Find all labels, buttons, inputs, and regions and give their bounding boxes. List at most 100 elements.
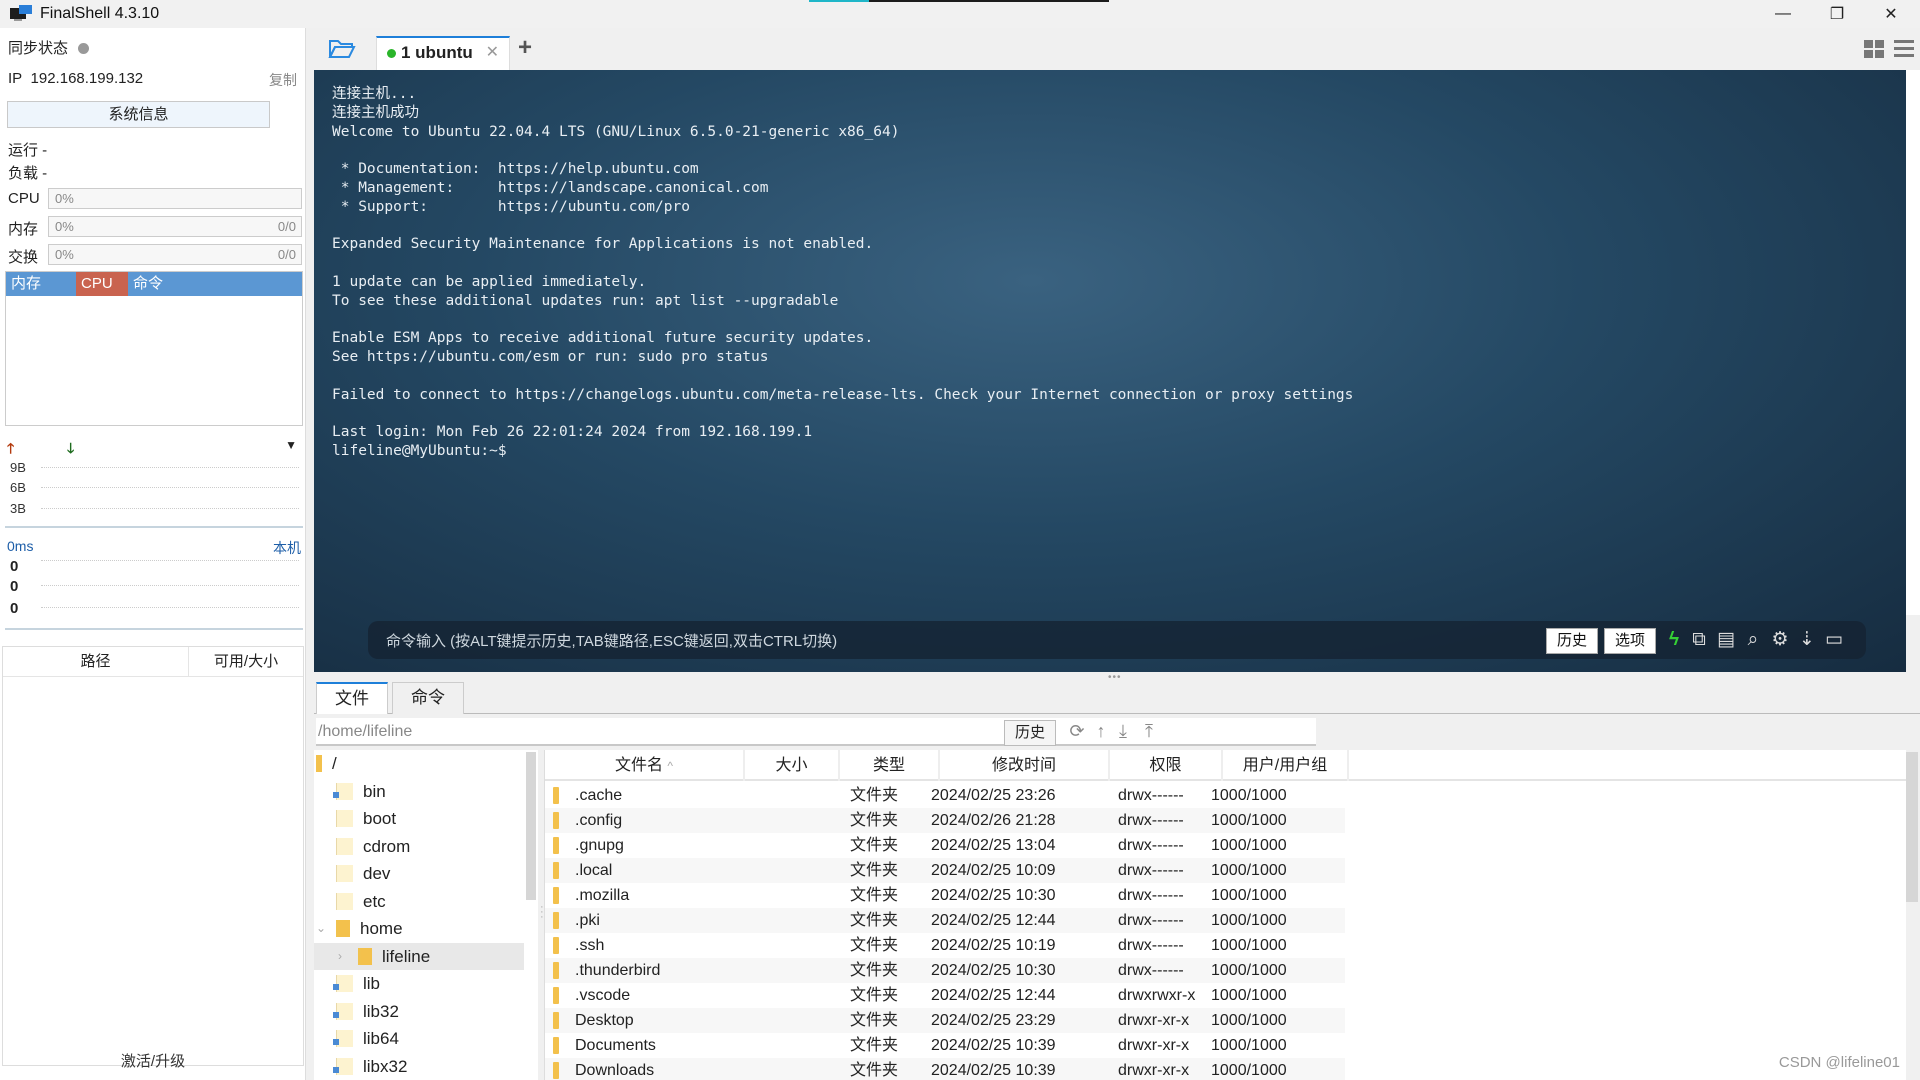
path-input[interactable]: /home/lifeline <box>316 718 1316 746</box>
file-type: 文件夹 <box>850 812 899 829</box>
symlink-arrow-icon <box>333 1011 339 1018</box>
download-icon[interactable]: ⤓ <box>1112 718 1134 744</box>
search-icon[interactable]: ⌕ <box>1742 629 1764 651</box>
tree-node[interactable]: bin <box>314 778 524 805</box>
ip-label: IP <box>8 70 23 87</box>
file-row[interactable]: .config 文件夹 2024/02/26 21:28 drwx------ 1000… <box>545 808 1345 833</box>
file-row[interactable]: .vscode 文件夹 2024/02/25 12:44 drwxrwxr-x 1000… <box>545 983 1345 1008</box>
chevron-down-icon[interactable]: ⌄ <box>316 915 326 942</box>
sync-status: 同步状态 <box>8 37 90 58</box>
file-owner: 1000/1000 <box>1211 1012 1287 1029</box>
refresh-icon[interactable]: ⟳ <box>1066 718 1088 744</box>
ping-target[interactable]: 本机 <box>273 538 301 558</box>
column-available-size[interactable]: 可用/大小 <box>189 647 303 676</box>
file-row[interactable]: .pki 文件夹 2024/02/25 12:44 drwx------ 1000/10… <box>545 908 1345 933</box>
ping-latency: 0ms <box>7 538 34 554</box>
file-row[interactable]: .cache 文件夹 2024/02/25 23:26 drwx------ 1000/… <box>545 783 1345 808</box>
upload-arrow-icon: 🡑 <box>7 440 15 456</box>
file-mtime: 2024/02/25 10:30 <box>931 962 1056 979</box>
tree-scrollbar[interactable] <box>526 752 536 900</box>
folder-icon <box>553 812 559 829</box>
file-owner: 1000/1000 <box>1211 937 1287 954</box>
history-button[interactable]: 历史 <box>1546 628 1598 654</box>
sort-by-command[interactable]: 命令 <box>128 272 302 296</box>
folder-icon <box>553 787 559 804</box>
column-path[interactable]: 路径 <box>3 647 189 676</box>
system-info-button[interactable]: 系统信息 <box>7 101 270 128</box>
tree-node[interactable]: › lifeline <box>314 942 524 970</box>
gridline <box>41 508 299 509</box>
path-history-button[interactable]: 历史 <box>1004 720 1056 746</box>
tree-node[interactable]: / <box>314 750 524 777</box>
file-row[interactable]: .thunderbird 文件夹 2024/02/25 10:30 drwx-----… <box>545 958 1345 983</box>
column-modified[interactable]: 修改时间 <box>940 750 1110 781</box>
tree-node[interactable]: dev <box>314 860 524 887</box>
menu-icon[interactable] <box>1894 40 1914 58</box>
tree-node[interactable]: lib <box>314 970 524 997</box>
open-folder-icon[interactable] <box>328 38 356 60</box>
copy-ip-button[interactable]: 复制 <box>269 70 297 90</box>
tree-node[interactable]: etc <box>314 888 524 915</box>
grid-view-icon[interactable] <box>1864 40 1884 58</box>
column-size[interactable]: 大小 <box>745 750 840 781</box>
settings-gear-icon[interactable]: ⚙ <box>1769 629 1791 651</box>
close-button[interactable]: ✕ <box>1868 0 1914 28</box>
command-input-bar[interactable]: 命令输入 (按ALT键提示历史,TAB键路径,ESC键返回,双击CTRL切换) … <box>368 621 1866 659</box>
file-row[interactable]: .local 文件夹 2024/02/25 10:09 drwx------ 1000/… <box>545 858 1345 883</box>
tab-commands[interactable]: 命令 <box>392 682 464 714</box>
file-row[interactable]: Desktop 文件夹 2024/02/25 23:29 drwxr-xr-x 1000… <box>545 1008 1345 1033</box>
file-perm: drwxr-xr-x <box>1118 1012 1190 1029</box>
file-row[interactable]: Documents 文件夹 2024/02/25 10:39 drwxr-xr-x 10… <box>545 1033 1345 1058</box>
tree-node[interactable]: boot <box>314 805 524 832</box>
terminal-scrollbar[interactable] <box>1906 70 1920 615</box>
tree-node[interactable]: cdrom <box>314 833 524 860</box>
tree-node[interactable]: lib32 <box>314 998 524 1025</box>
tree-node[interactable]: lib64 <box>314 1025 524 1052</box>
network-interface-dropdown-icon[interactable]: ▼ <box>285 438 297 452</box>
file-name: .cache <box>575 787 623 804</box>
chevron-right-icon[interactable]: › <box>338 943 342 970</box>
column-type[interactable]: 类型 <box>840 750 940 781</box>
file-owner: 1000/1000 <box>1211 987 1287 1004</box>
command-input[interactable]: 命令输入 (按ALT键提示历史,TAB键路径,ESC键返回,双击CTRL切换) <box>386 630 837 651</box>
tab-session-ubuntu[interactable]: 1 ubuntu ✕ <box>376 36 510 70</box>
quick-command-lightning-icon[interactable]: ϟ <box>1663 629 1685 651</box>
download-arrow-icon: 🡓 <box>67 440 75 456</box>
file-row[interactable]: .gnupg 文件夹 2024/02/25 13:04 drwx------ 1000/… <box>545 833 1345 858</box>
folder-icon <box>553 837 559 854</box>
minimize-button[interactable]: — <box>1760 0 1806 28</box>
sort-by-cpu[interactable]: CPU <box>76 272 128 296</box>
folder-icon <box>336 865 353 882</box>
file-type: 文件夹 <box>850 962 899 979</box>
parent-directory-icon[interactable]: ↑ <box>1090 718 1112 744</box>
restore-button[interactable]: ❐ <box>1814 0 1860 28</box>
terminal-output[interactable]: 连接主机... 连接主机成功 Welcome to Ubuntu 22.04.4… <box>314 70 1906 672</box>
close-tab-icon[interactable]: ✕ <box>486 38 499 68</box>
options-button[interactable]: 选项 <box>1604 628 1656 654</box>
scroll-down-arrow-icon[interactable]: ⇣ <box>1796 629 1818 651</box>
new-tab-button[interactable]: + <box>518 34 532 62</box>
file-owner: 1000/1000 <box>1211 1062 1287 1079</box>
file-row[interactable]: Downloads 文件夹 2024/02/25 10:39 drwxr-xr-x 10… <box>545 1058 1345 1080</box>
column-owner[interactable]: 用户/用户组 <box>1223 750 1349 781</box>
column-name[interactable]: 文件名 ^ <box>545 750 745 781</box>
activate-upgrade-link[interactable]: 激活/升级 <box>0 1050 306 1071</box>
sort-by-memory[interactable]: 内存 <box>6 272 76 296</box>
tree-node-label: lib64 <box>363 1029 399 1048</box>
file-row[interactable]: .mozilla 文件夹 2024/02/25 10:30 drwx------ 100… <box>545 883 1345 908</box>
file-row[interactable]: .ssh 文件夹 2024/02/25 10:19 drwx------ 1000/10… <box>545 933 1345 958</box>
folder-icon <box>336 837 353 855</box>
tree-node-label: libx32 <box>363 1056 408 1076</box>
upload-icon[interactable]: ⤒ <box>1138 718 1160 744</box>
directory-tree: / bin boot cdrom dev etc ⌄ home › lifeline lib lib3… <box>314 750 538 1080</box>
copy-icon[interactable]: ⧉ <box>1688 629 1710 651</box>
net-tick: 3B <box>10 501 26 516</box>
maximize-terminal-icon[interactable]: ▭ <box>1823 629 1845 651</box>
file-type: 文件夹 <box>850 787 899 804</box>
tree-node[interactable]: ⌄ home <box>314 915 524 942</box>
tab-files[interactable]: 文件 <box>316 682 388 714</box>
paste-icon[interactable]: ▤ <box>1715 629 1737 651</box>
column-permissions[interactable]: 权限 <box>1110 750 1223 781</box>
file-list-scrollbar[interactable] <box>1906 752 1918 902</box>
tree-node[interactable]: libx32 <box>314 1053 524 1080</box>
